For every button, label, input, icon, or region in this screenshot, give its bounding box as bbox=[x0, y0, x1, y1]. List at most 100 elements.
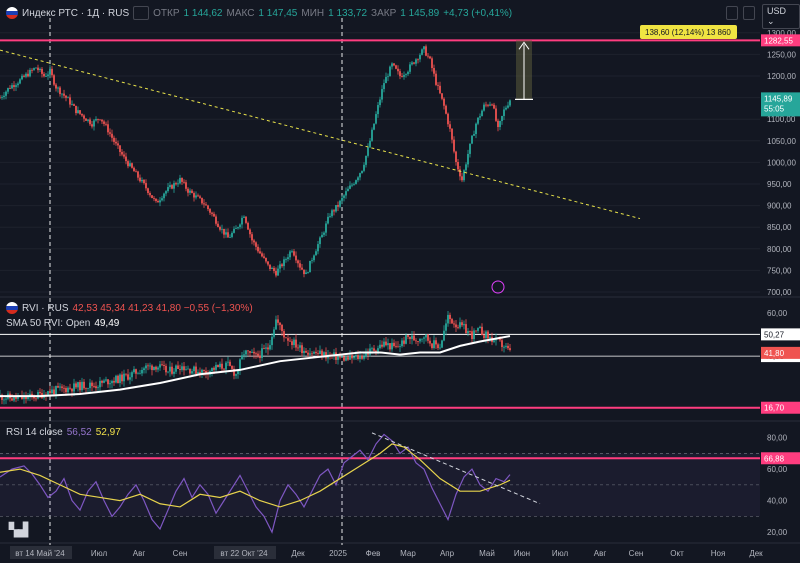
rvi-body bbox=[219, 363, 221, 368]
candle-body bbox=[203, 203, 205, 205]
candle-body bbox=[11, 85, 13, 89]
rvi-body bbox=[487, 331, 489, 339]
rvi-title[interactable]: RVI · RUS bbox=[22, 303, 69, 314]
price-axis[interactable]: 1300,001250,001200,001150,001100,001050,… bbox=[761, 29, 800, 537]
rvi-body bbox=[35, 398, 37, 400]
rvi-body bbox=[363, 356, 365, 359]
rvi-body bbox=[467, 331, 469, 334]
candle-body bbox=[317, 244, 319, 252]
rsi-title[interactable]: RSI 14 close bbox=[6, 427, 63, 438]
price-tick-label: 950,00 bbox=[767, 180, 792, 189]
candle-body bbox=[275, 270, 277, 276]
rvi-body bbox=[135, 369, 137, 374]
candle-body bbox=[491, 104, 493, 106]
chart-canvas[interactable]: 138,60 (12,14%) 13 860 1300,001250,00120… bbox=[0, 0, 800, 563]
rvi-header[interactable]: RVI · RUS 42,53 45,34 41,23 41,80 −0,55 … bbox=[6, 302, 253, 314]
symbol-header[interactable]: Индекс РТС · 1Д · RUS ОТКР 1 144,62 МАКС 1… bbox=[6, 6, 512, 20]
russia-flag-icon bbox=[6, 7, 18, 19]
candle-body bbox=[391, 63, 393, 67]
rvi-body bbox=[105, 379, 107, 381]
sma-header[interactable]: SMA 50 RVI: Open 49,49 bbox=[6, 318, 119, 329]
rsi-pane[interactable] bbox=[0, 432, 760, 534]
rvi-body bbox=[385, 341, 387, 346]
candle-body bbox=[325, 223, 327, 233]
candle-body bbox=[463, 170, 465, 181]
rvi-body bbox=[435, 340, 437, 345]
candle-body bbox=[427, 55, 429, 57]
rvi-body bbox=[409, 336, 411, 339]
rvi-body bbox=[111, 380, 113, 384]
candle-body bbox=[247, 222, 249, 230]
candle-body bbox=[221, 228, 223, 230]
rvi-body bbox=[127, 374, 129, 380]
rvi-body bbox=[225, 362, 227, 370]
sma-value: 49,49 bbox=[94, 318, 120, 329]
rvi-body bbox=[259, 355, 261, 358]
candle-body bbox=[383, 83, 385, 90]
rvi-body bbox=[123, 373, 125, 382]
symbol-title[interactable]: Индекс РТС · 1Д · RUS bbox=[22, 8, 129, 19]
ohlc-open: 1 144,62 bbox=[183, 7, 223, 19]
candle-body bbox=[371, 129, 373, 141]
rvi-body bbox=[149, 365, 151, 367]
ohlc-low-key: МИН bbox=[301, 7, 325, 19]
rvi-body bbox=[153, 366, 155, 371]
candle-body bbox=[475, 123, 477, 135]
russia-flag-icon bbox=[6, 302, 18, 314]
rsi-header[interactable]: RSI 14 close 56,52 52,97 bbox=[6, 427, 121, 438]
candle-body bbox=[129, 163, 131, 167]
candle-body bbox=[345, 191, 347, 196]
candle-body bbox=[341, 197, 343, 201]
rvi-body bbox=[445, 323, 447, 331]
rvi-body bbox=[401, 340, 403, 347]
rvi-body bbox=[5, 398, 7, 400]
candle-body bbox=[63, 93, 65, 96]
candle-body bbox=[163, 193, 165, 199]
rvi-body bbox=[417, 341, 419, 343]
rvi-body bbox=[493, 340, 495, 342]
sma-title[interactable]: SMA 50 RVI: Open bbox=[6, 318, 90, 329]
rvi-body bbox=[249, 351, 251, 353]
rvi-tick-label: 60,00 bbox=[767, 309, 788, 318]
candle-body bbox=[389, 66, 391, 77]
rvi-body bbox=[147, 365, 149, 367]
candle-body bbox=[239, 224, 241, 228]
candle-body bbox=[225, 232, 227, 235]
rvi-body bbox=[187, 368, 189, 370]
rsi-tick-label: 20,00 bbox=[767, 528, 788, 537]
rvi-body bbox=[285, 337, 287, 339]
compare-button[interactable] bbox=[133, 6, 150, 20]
candle-body bbox=[111, 133, 113, 138]
rvi-body bbox=[221, 363, 223, 369]
scale-buttons[interactable] bbox=[726, 6, 755, 20]
currency-select[interactable]: USD ⌄ bbox=[762, 4, 800, 29]
candle-body bbox=[209, 209, 211, 213]
candle-body bbox=[205, 204, 207, 206]
settings-icon[interactable] bbox=[743, 6, 755, 20]
candle-body bbox=[437, 84, 439, 86]
candle-body bbox=[227, 232, 229, 238]
rvi-body bbox=[509, 348, 511, 350]
time-axis[interactable]: вт 14 Май '24 Июл Авг Сен вт 22 Окт '24 Дек 20… bbox=[10, 546, 763, 559]
rvi-body bbox=[397, 346, 399, 348]
rvi-body bbox=[373, 348, 375, 351]
candle-body bbox=[201, 197, 203, 204]
candle-body bbox=[489, 104, 491, 106]
candle-body bbox=[359, 173, 361, 178]
rvi-body bbox=[91, 382, 93, 387]
lock-icon[interactable] bbox=[726, 6, 738, 20]
rvi-body bbox=[389, 343, 391, 350]
rvi-body bbox=[213, 367, 215, 370]
candle-body bbox=[417, 59, 419, 61]
rvi-body bbox=[211, 367, 213, 372]
candle-body bbox=[45, 76, 47, 77]
price-pane[interactable]: 138,60 (12,14%) 13 860 bbox=[0, 25, 760, 294]
candle-body bbox=[267, 261, 269, 265]
rvi-body bbox=[125, 373, 127, 375]
candle-body bbox=[151, 195, 153, 198]
candle-body bbox=[117, 143, 119, 146]
rvi-body bbox=[437, 344, 439, 349]
candle-body bbox=[85, 118, 87, 121]
candle-body bbox=[37, 67, 39, 71]
candle-body bbox=[449, 124, 451, 129]
